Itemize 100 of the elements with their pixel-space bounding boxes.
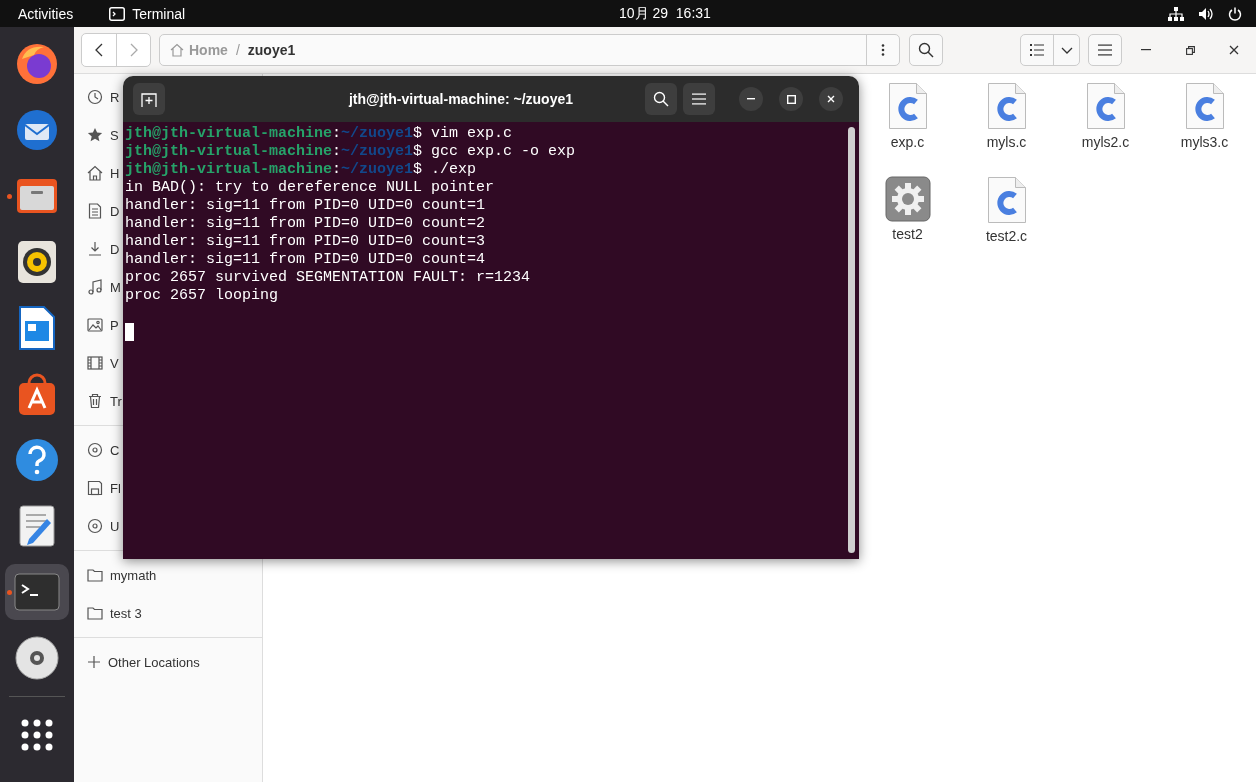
sidebar-item[interactable]: test 3 (87, 605, 142, 621)
picture-icon (87, 317, 103, 333)
path-separator: / (235, 42, 240, 58)
output-line: proc 2657 survived SEGMENTATION FAULT: r=1234 (125, 269, 532, 287)
list-icon (1030, 44, 1044, 56)
starred-icon (87, 127, 103, 143)
folder-icon (87, 605, 103, 621)
app-grid-icon (21, 719, 53, 751)
sidebar-item[interactable]: C (87, 442, 120, 458)
sidebar-item[interactable]: P (87, 317, 119, 333)
close-button[interactable] (819, 87, 843, 111)
prompt-line: jth@jth-virtual-machine:~/zuoye1$ vim exp.c (125, 125, 514, 143)
close-icon (1229, 45, 1239, 55)
menu-button[interactable] (683, 83, 715, 115)
maximize-icon (786, 94, 796, 104)
c-file-icon (986, 82, 1027, 130)
terminal-icon (14, 573, 60, 611)
disc-icon (87, 442, 103, 458)
maximize-button[interactable] (779, 87, 803, 111)
scrollbar[interactable] (848, 127, 855, 553)
new-tab-icon (141, 91, 157, 107)
c-file-icon (887, 82, 928, 130)
trash-icon (87, 393, 103, 409)
output-line: proc 2657 looping (125, 287, 280, 305)
sidebar-item[interactable]: Tr (87, 393, 122, 409)
path-segment[interactable]: zuoye1 (239, 42, 304, 58)
file-item[interactable]: test2.c (957, 174, 1056, 262)
disc-icon (87, 518, 103, 534)
sidebar-item[interactable]: D (87, 241, 120, 257)
sidebar-item[interactable]: mymath (87, 567, 157, 583)
output-line: handler: sig=11 from PID=0 UID=0 count=3 (125, 233, 487, 251)
sidebar-item[interactable]: Fl (87, 480, 121, 496)
document-icon (17, 305, 57, 351)
window-title: jth@jth-virtual-machine: ~/zuoye1 (347, 91, 575, 107)
sidebar-item[interactable]: M (87, 279, 121, 295)
recent-icon (87, 89, 103, 105)
terminal-icon (109, 6, 126, 21)
sidebar-item[interactable]: S (87, 127, 119, 143)
help-icon (14, 437, 60, 483)
menu-icon (1098, 44, 1112, 56)
sidebar-item[interactable]: H (87, 165, 120, 181)
shopping-bag-icon (16, 371, 58, 417)
app-menu-label[interactable]: Terminal (132, 5, 186, 22)
running-indicator (7, 590, 12, 595)
sidebar-item[interactable]: V (87, 355, 119, 371)
minimize-button[interactable] (739, 87, 763, 111)
search-button[interactable] (909, 34, 943, 66)
output-line: handler: sig=11 from PID=0 UID=0 count=1 (125, 197, 487, 215)
plus-icon (87, 655, 101, 669)
restore-icon (1185, 45, 1195, 55)
running-indicator (7, 194, 12, 199)
bird-envelope-icon (14, 107, 60, 153)
volume-icon[interactable] (1198, 6, 1214, 21)
gear-icon (884, 176, 931, 222)
minimize-icon (1141, 49, 1151, 51)
home-icon (170, 43, 184, 57)
c-file-icon (1184, 82, 1225, 130)
vertical-dots-icon (881, 44, 885, 56)
search-icon (918, 42, 934, 58)
c-file-icon (1085, 82, 1126, 130)
document-icon (87, 203, 103, 219)
download-icon (87, 241, 103, 257)
speaker-icon (16, 239, 58, 285)
power-icon[interactable] (1228, 6, 1242, 21)
sidebar-item[interactable]: D (87, 203, 120, 219)
caret-down-icon (1060, 46, 1073, 54)
file-item[interactable]: test2 (858, 174, 957, 262)
video-icon (87, 355, 103, 371)
sidebar-item[interactable]: U (87, 518, 120, 534)
minimize-icon (747, 98, 755, 100)
menu-icon (692, 93, 706, 105)
activities-button[interactable]: Activities (18, 5, 74, 22)
search-button[interactable] (645, 83, 677, 115)
menu-button[interactable] (1088, 34, 1122, 66)
output-line: handler: sig=11 from PID=0 UID=0 count=4 (125, 251, 487, 269)
sidebar-item[interactable]: R (87, 89, 120, 105)
file-item[interactable]: myls3.c (1155, 80, 1254, 168)
c-file-icon (986, 176, 1027, 224)
file-item[interactable]: myls2.c (1056, 80, 1155, 168)
output-line: in BAD(): try to dereference NULL pointer (125, 179, 496, 197)
prompt-line: jth@jth-virtual-machine:~/zuoye1$ gcc exp.c -o exp (125, 143, 577, 161)
notepad-pencil-icon (17, 503, 57, 549)
folder-icon (87, 567, 103, 583)
other-locations-item[interactable]: Other Locations (87, 654, 200, 670)
chevron-left-icon (95, 43, 103, 57)
search-icon (653, 91, 669, 107)
floppy-icon (87, 480, 103, 496)
chevron-right-icon (129, 43, 138, 57)
file-item[interactable]: exp.c (858, 80, 957, 168)
fox-globe-icon (14, 41, 60, 87)
file-item[interactable]: myls.c (957, 80, 1056, 168)
home-icon (87, 165, 103, 181)
clock[interactable]: 10月 29 16:31 (619, 4, 711, 23)
network-icon[interactable] (1168, 6, 1184, 21)
music-icon (87, 279, 103, 295)
new-tab-button[interactable] (133, 83, 165, 115)
disc-icon (14, 635, 60, 681)
close-icon (827, 95, 835, 103)
output-line: handler: sig=11 from PID=0 UID=0 count=2 (125, 215, 487, 233)
prompt-line: jth@jth-virtual-machine:~/zuoye1$ ./exp (125, 161, 478, 179)
